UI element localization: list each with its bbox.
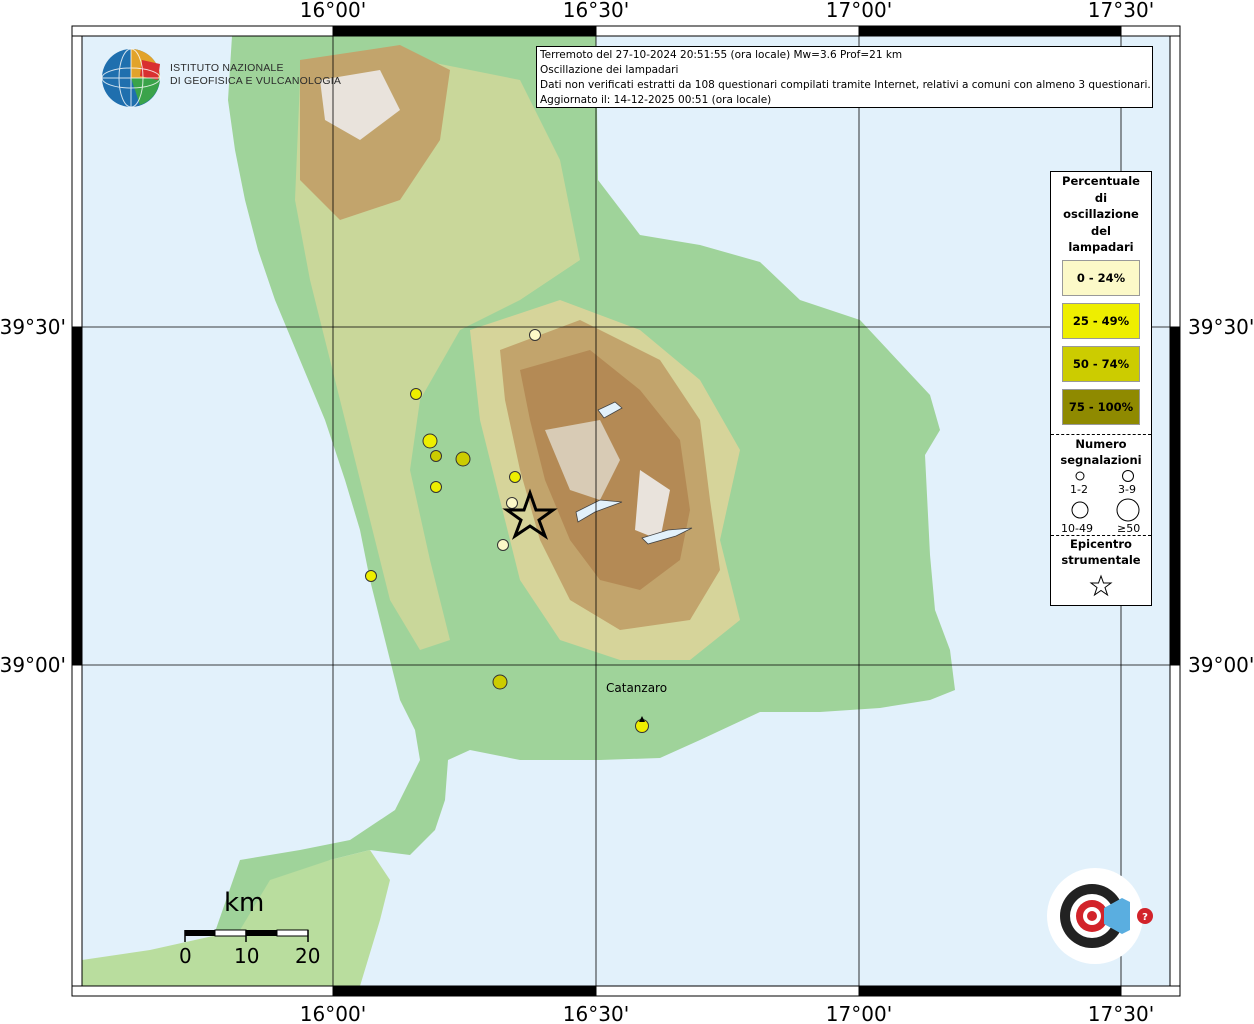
legend-class-label: 25 - 49% (1072, 313, 1130, 328)
count-label: 10-49 (1061, 521, 1093, 535)
legend-title-line: di (1094, 190, 1108, 205)
event-info-box: Terremoto del 27-10-2024 20:51:55 (ora l… (536, 46, 1153, 108)
legend-class-1: 0 - 24% (1062, 259, 1140, 296)
marker-point (410, 388, 422, 400)
legend-title-line: lampadari (1068, 240, 1134, 254)
legend: Percentuale di oscillazione del lampadar… (1050, 171, 1152, 606)
marker-point (365, 570, 377, 582)
lon-label-top-1: 16°00' (300, 0, 366, 22)
marker-point (509, 471, 521, 483)
legend-class-label: 50 - 74% (1072, 356, 1130, 371)
institute-name: ISTITUTO NAZIONALE DI GEOFISICA E VULCAN… (170, 62, 341, 88)
marker-point (506, 497, 518, 509)
epicenter-title-line: Epicentro (1070, 536, 1132, 551)
count-label: 1-2 (1070, 482, 1088, 496)
size-circle-large (1071, 501, 1089, 518)
legend-class-label: 0 - 24% (1076, 270, 1126, 285)
count-title: Numero segnalazioni (1051, 435, 1151, 469)
lon-label-top-3: 17°00' (826, 0, 892, 22)
lon-label-top-2: 16°30' (563, 0, 629, 22)
institute-line-2: DI GEOFISICA E VULCANOLOGIA (170, 75, 342, 87)
event-line-2: Oscillazione dei lampadari (540, 64, 679, 76)
scale-unit: km (224, 888, 265, 918)
size-circle-xlarge (1116, 498, 1140, 521)
epicenter-title-line: strumentale (1061, 553, 1141, 567)
lat-label-right-1: 39°30' (1188, 315, 1254, 339)
lon-label-bottom-2: 16°30' (563, 1002, 629, 1024)
marker-point (497, 539, 509, 551)
event-line-4: Aggiornato il: 14-12-2025 00:51 (ora loc… (540, 94, 772, 106)
svg-text:?: ? (1142, 912, 1148, 923)
scale-tick-10: 10 (234, 944, 260, 968)
legend-title-line: oscillazione (1063, 207, 1139, 221)
marker-point (422, 433, 438, 449)
lat-label-right-2: 39°00' (1188, 653, 1254, 677)
count-title-line: Numero (1075, 436, 1127, 451)
scale-tick-20: 20 (295, 944, 321, 968)
scale-tick-0: 0 (179, 944, 192, 968)
legend-class-3: 50 - 74% (1062, 345, 1140, 382)
count-title-line: segnalazioni (1060, 453, 1142, 467)
legend-star-icon (1089, 574, 1113, 596)
lat-label-left-1: 39°30' (0, 315, 66, 339)
count-size-legend: 1-2 3-9 10-49 ≥50 (1051, 469, 1151, 535)
legend-class-4: 75 - 100% (1062, 388, 1140, 425)
legend-title: Percentuale di oscillazione del lampadar… (1051, 172, 1151, 256)
epicenter-title: Epicentro strumentale (1051, 536, 1151, 569)
legend-title-line: Percentuale (1062, 174, 1140, 188)
legend-title-line: del (1091, 223, 1111, 238)
size-circle-medium (1122, 469, 1134, 482)
city-label-catanzaro: Catanzaro (606, 681, 668, 695)
event-line-1: Terremoto del 27-10-2024 20:51:55 (ora l… (540, 49, 903, 61)
legend-class-label: 75 - 100% (1068, 399, 1134, 414)
size-circle-small (1075, 471, 1085, 480)
event-line-3: Dati non verificati estratti da 108 ques… (540, 79, 1151, 91)
marker-point (430, 481, 442, 493)
marker-point (492, 674, 508, 690)
lon-label-bottom-1: 16°00' (300, 1002, 366, 1024)
legend-class-2: 25 - 49% (1062, 302, 1140, 339)
marker-point (529, 329, 541, 341)
marker-point (430, 450, 442, 462)
lon-label-bottom-4: 17°30' (1088, 1002, 1154, 1024)
lon-label-top-4: 17°30' (1088, 0, 1154, 22)
count-label: 3-9 (1118, 482, 1136, 496)
lat-label-left-2: 39°00' (0, 653, 66, 677)
institute-line-1: ISTITUTO NAZIONALE (170, 62, 284, 74)
marker-point (455, 451, 471, 467)
ingv-logo-icon (101, 48, 161, 108)
count-label: ≥50 (1117, 521, 1141, 535)
lon-label-bottom-3: 17°00' (826, 1002, 892, 1024)
